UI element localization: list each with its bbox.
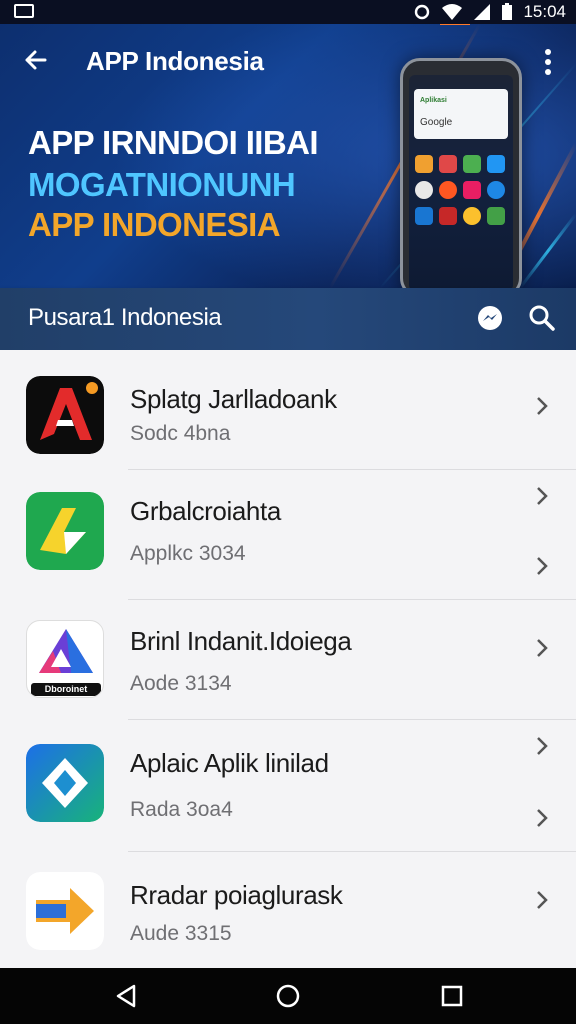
phone-screen: Aplikasi Google (409, 75, 513, 288)
triangle-graphic (39, 629, 93, 673)
app-subtitle: Sodc 4bna (130, 422, 231, 445)
app-subtitle: Rada 3oa4 (130, 798, 233, 821)
headline-line-3: APP INDONESIA (28, 206, 281, 243)
toolbar-title: APP Indonesia (86, 46, 264, 76)
more-vert-icon[interactable] (536, 44, 560, 80)
purple-triangle-logo-icon: Dboroinet (26, 620, 104, 698)
app-name: Rradar poiaglurask (130, 880, 343, 910)
back-arrow-icon[interactable] (18, 42, 54, 78)
list-item[interactable]: Splatg Jarlladoank Sodc 4bna (0, 350, 576, 470)
list-item[interactable]: Aplaic Aplik linilad Rada 3oa4 (0, 720, 576, 852)
phone-app-icon (415, 207, 433, 225)
app-subtitle: Applkc 3034 (130, 542, 246, 565)
phone-app-grid (415, 155, 507, 225)
phone-app-icon (463, 207, 481, 225)
phone-app-icon (487, 207, 505, 225)
chevron-right-icon[interactable] (532, 554, 552, 578)
header-banner: APP Indonesia APP IRNNDOI IIBAI MOGATNIO… (0, 24, 576, 288)
status-bar: 15:04 (0, 0, 576, 24)
section-title-bar: Pusara1 Indonesia (0, 288, 576, 350)
app-icon-caption: Dboroinet (31, 683, 101, 696)
home-circle-icon[interactable] (274, 982, 302, 1010)
red-a-logo-icon (26, 376, 104, 454)
section-title: Pusara1 Indonesia (28, 304, 222, 331)
green-arrow-logo-icon (26, 492, 104, 570)
phone-card-search-text: Google (420, 117, 453, 128)
phone-search-card: Aplikasi Google (414, 89, 508, 139)
list-item[interactable]: Dboroinet Brinl Indanit.Idoiega Aode 313… (0, 600, 576, 720)
system-nav-bar (0, 968, 576, 1024)
app-name: Brinl Indanit.Idoiega (130, 626, 352, 656)
chevron-right-icon[interactable] (532, 394, 552, 418)
phone-app-icon (463, 181, 481, 199)
messenger-icon[interactable] (474, 302, 506, 334)
app-subtitle: Aude 3315 (130, 922, 232, 945)
status-time: 15:04 (523, 2, 566, 21)
headline-line-2: MOGATNIONUNH (28, 166, 296, 203)
app-name: Aplaic Aplik linilad (130, 748, 329, 778)
app-list: Splatg Jarlladoank Sodc 4bna Grbalcroiah… (0, 350, 576, 968)
battery-icon (502, 3, 513, 20)
app-name: Grbalcroiahta (130, 496, 281, 526)
headline-line-1: APP IRNNDOI IIBAI (28, 124, 319, 161)
notification-icon (14, 4, 34, 18)
phone-app-icon (439, 181, 457, 199)
chevron-right-icon[interactable] (532, 806, 552, 830)
phone-app-icon (439, 207, 457, 225)
phone-app-icon (487, 155, 505, 173)
wifi-icon (442, 4, 463, 20)
phone-app-icon (415, 155, 433, 173)
app-name: Splatg Jarlladoank (130, 384, 337, 414)
chevron-right-icon[interactable] (532, 888, 552, 912)
alarm-icon (415, 4, 430, 20)
phone-app-icon (463, 155, 481, 173)
back-triangle-icon[interactable] (112, 982, 140, 1010)
search-icon[interactable] (526, 302, 558, 334)
list-item[interactable]: Rradar poiaglurask Aude 3315 (0, 852, 576, 968)
chevron-right-icon[interactable] (532, 734, 552, 758)
chevron-right-icon[interactable] (532, 636, 552, 660)
list-item[interactable]: Grbalcroiahta Applkc 3034 (0, 470, 576, 600)
phone-card-title: Aplikasi (420, 97, 447, 104)
phone-mockup-image: Aplikasi Google (400, 58, 522, 288)
blue-diamond-logo-icon (26, 744, 104, 822)
chevron-right-icon[interactable] (532, 484, 552, 508)
phone-app-icon (415, 181, 433, 199)
phone-app-icon (439, 155, 457, 173)
recents-square-icon[interactable] (438, 982, 466, 1010)
signal-icon (474, 4, 491, 20)
phone-app-icon (487, 181, 505, 199)
orange-arrow-logo-icon (26, 872, 104, 950)
app-subtitle: Aode 3134 (130, 672, 232, 695)
status-icons: 15:04 (413, 2, 566, 22)
